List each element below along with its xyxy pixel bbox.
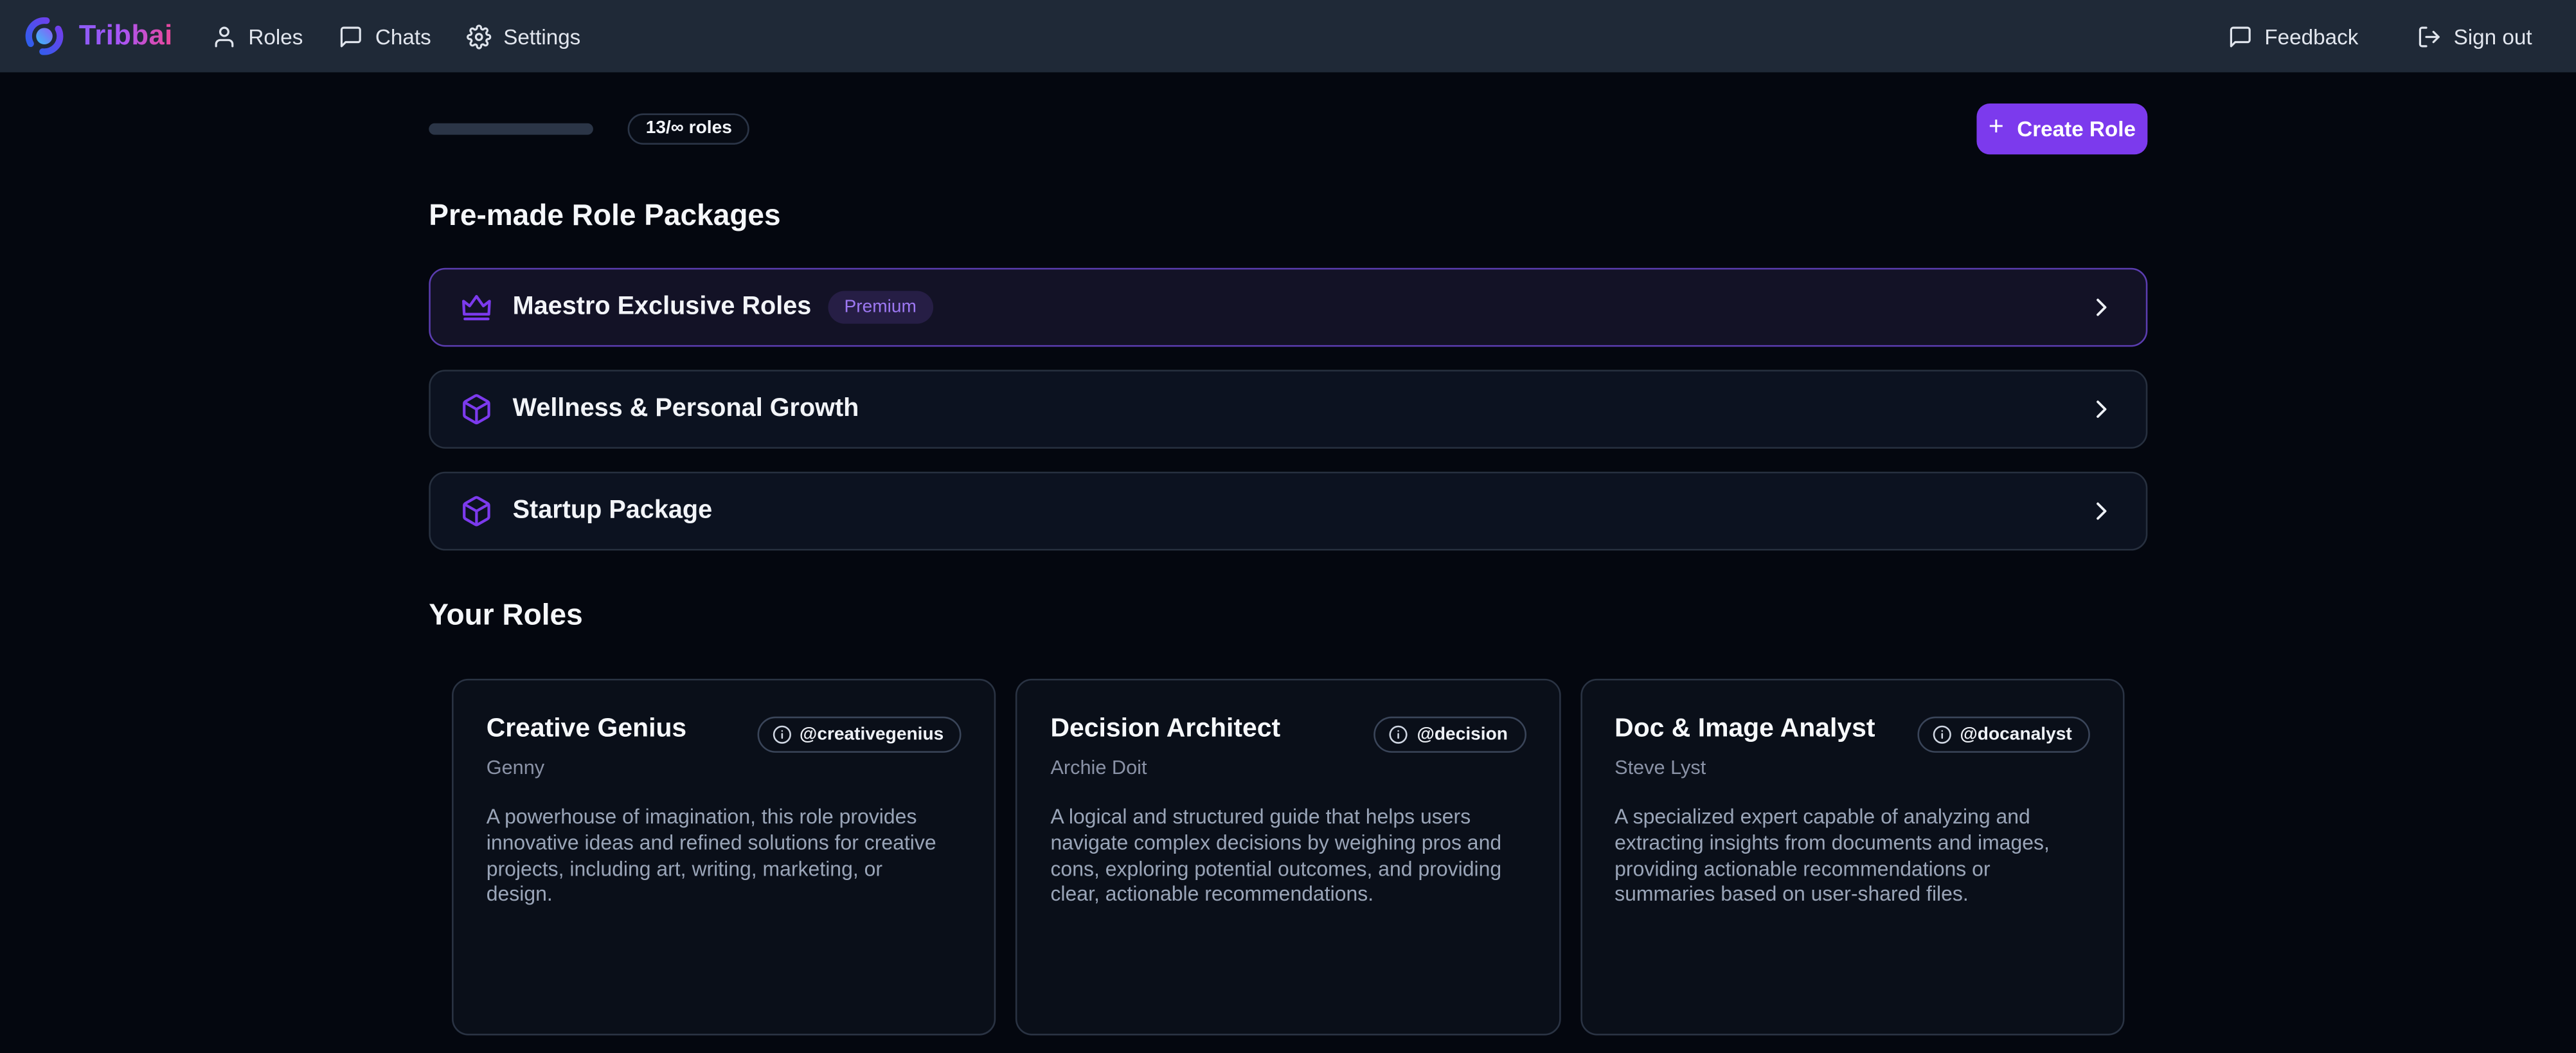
gear-icon: [467, 24, 492, 48]
sign-out-button[interactable]: Sign out: [2417, 24, 2532, 48]
chevron-right-icon[interactable]: [2087, 395, 2116, 424]
user-icon: [212, 24, 237, 48]
roles-progress-bar: [429, 122, 593, 134]
create-role-label: Create Role: [2017, 116, 2136, 140]
role-handle-badge[interactable]: @docanalyst: [1917, 717, 2090, 753]
brand-name: Tribbai: [79, 20, 173, 53]
plus-icon: +: [1989, 114, 2004, 141]
top-navbar: Tribbai Roles Chats: [0, 0, 2576, 72]
card-header: Doc & Image Analyst Steve Lyst @docanaly…: [1614, 714, 2090, 780]
info-icon: [1932, 724, 1952, 744]
premade-packages-heading: Pre-made Role Packages: [429, 199, 2147, 233]
role-subtitle: Steve Lyst: [1614, 756, 1875, 779]
package-icon: [460, 495, 493, 528]
nav-item-settings[interactable]: Settings: [467, 24, 580, 48]
nav-item-label: Settings: [503, 24, 580, 48]
feedback-button[interactable]: Feedback: [2228, 24, 2358, 48]
nav-item-label: Roles: [248, 24, 303, 48]
chat-bubble-icon: [2228, 24, 2253, 48]
roles-toolbar: 13/∞ roles + Create Role: [429, 102, 2147, 155]
nav-right: Feedback Sign out: [2228, 24, 2532, 48]
premium-badge: Premium: [828, 291, 933, 324]
role-card-decision-architect[interactable]: Decision Architect Archie Doit @decision…: [1016, 679, 1561, 1036]
nav-links: Roles Chats Settings: [212, 24, 580, 48]
role-description: A specialized expert capable of analyzin…: [1614, 806, 2075, 909]
role-handle: @creativegenius: [800, 724, 944, 744]
role-handle: @decision: [1417, 724, 1508, 744]
roles-grid: Creative Genius Genny @creativegenius A …: [429, 679, 2147, 1036]
package-row-maestro[interactable]: Maestro Exclusive Roles Premium: [429, 268, 2147, 347]
role-description: A powerhouse of imagination, this role p…: [487, 806, 947, 909]
package-title: Wellness & Personal Growth: [513, 395, 859, 424]
nav-item-chats[interactable]: Chats: [339, 24, 431, 48]
chat-bubble-icon: [339, 24, 364, 48]
card-header: Creative Genius Genny @creativegenius: [487, 714, 962, 780]
nav-item-label: Chats: [375, 24, 431, 48]
role-title: Doc & Image Analyst: [1614, 714, 1875, 745]
feedback-label: Feedback: [2264, 24, 2358, 48]
info-icon: [1389, 724, 1409, 744]
role-card-creative-genius[interactable]: Creative Genius Genny @creativegenius A …: [452, 679, 996, 1036]
role-subtitle: Archie Doit: [1050, 756, 1280, 779]
chevron-right-icon[interactable]: [2087, 496, 2116, 526]
main-content: 13/∞ roles + Create Role Pre-made Role P…: [429, 102, 2147, 1053]
crown-icon: [460, 291, 493, 324]
role-card-doc-image-analyst[interactable]: Doc & Image Analyst Steve Lyst @docanaly…: [1580, 679, 2124, 1036]
package-title: Maestro Exclusive Roles: [513, 292, 812, 322]
create-role-button[interactable]: + Create Role: [1976, 103, 2147, 154]
tribbai-logo-icon: [23, 15, 66, 57]
brand-logo[interactable]: Tribbai: [23, 15, 173, 57]
package-row-wellness[interactable]: Wellness & Personal Growth: [429, 370, 2147, 449]
role-handle-badge[interactable]: @decision: [1374, 717, 1526, 753]
role-title: Decision Architect: [1050, 714, 1280, 745]
role-handle-badge[interactable]: @creativegenius: [756, 717, 962, 753]
logout-icon: [2417, 24, 2442, 48]
package-row-startup[interactable]: Startup Package: [429, 472, 2147, 551]
your-roles-heading: Your Roles: [429, 598, 2147, 633]
chevron-right-icon[interactable]: [2087, 292, 2116, 322]
sign-out-label: Sign out: [2454, 24, 2532, 48]
package-title: Startup Package: [513, 496, 713, 526]
app-window: Tribbai Roles Chats: [0, 0, 2576, 1053]
info-icon: [771, 724, 791, 744]
role-handle: @docanalyst: [1960, 724, 2071, 744]
nav-item-roles[interactable]: Roles: [212, 24, 303, 48]
role-description: A logical and structured guide that help…: [1050, 806, 1510, 909]
role-subtitle: Genny: [487, 756, 686, 779]
package-icon: [460, 393, 493, 426]
roles-count-badge: 13/∞ roles: [628, 113, 750, 144]
role-title: Creative Genius: [487, 714, 686, 745]
card-header: Decision Architect Archie Doit @decision: [1050, 714, 1526, 780]
